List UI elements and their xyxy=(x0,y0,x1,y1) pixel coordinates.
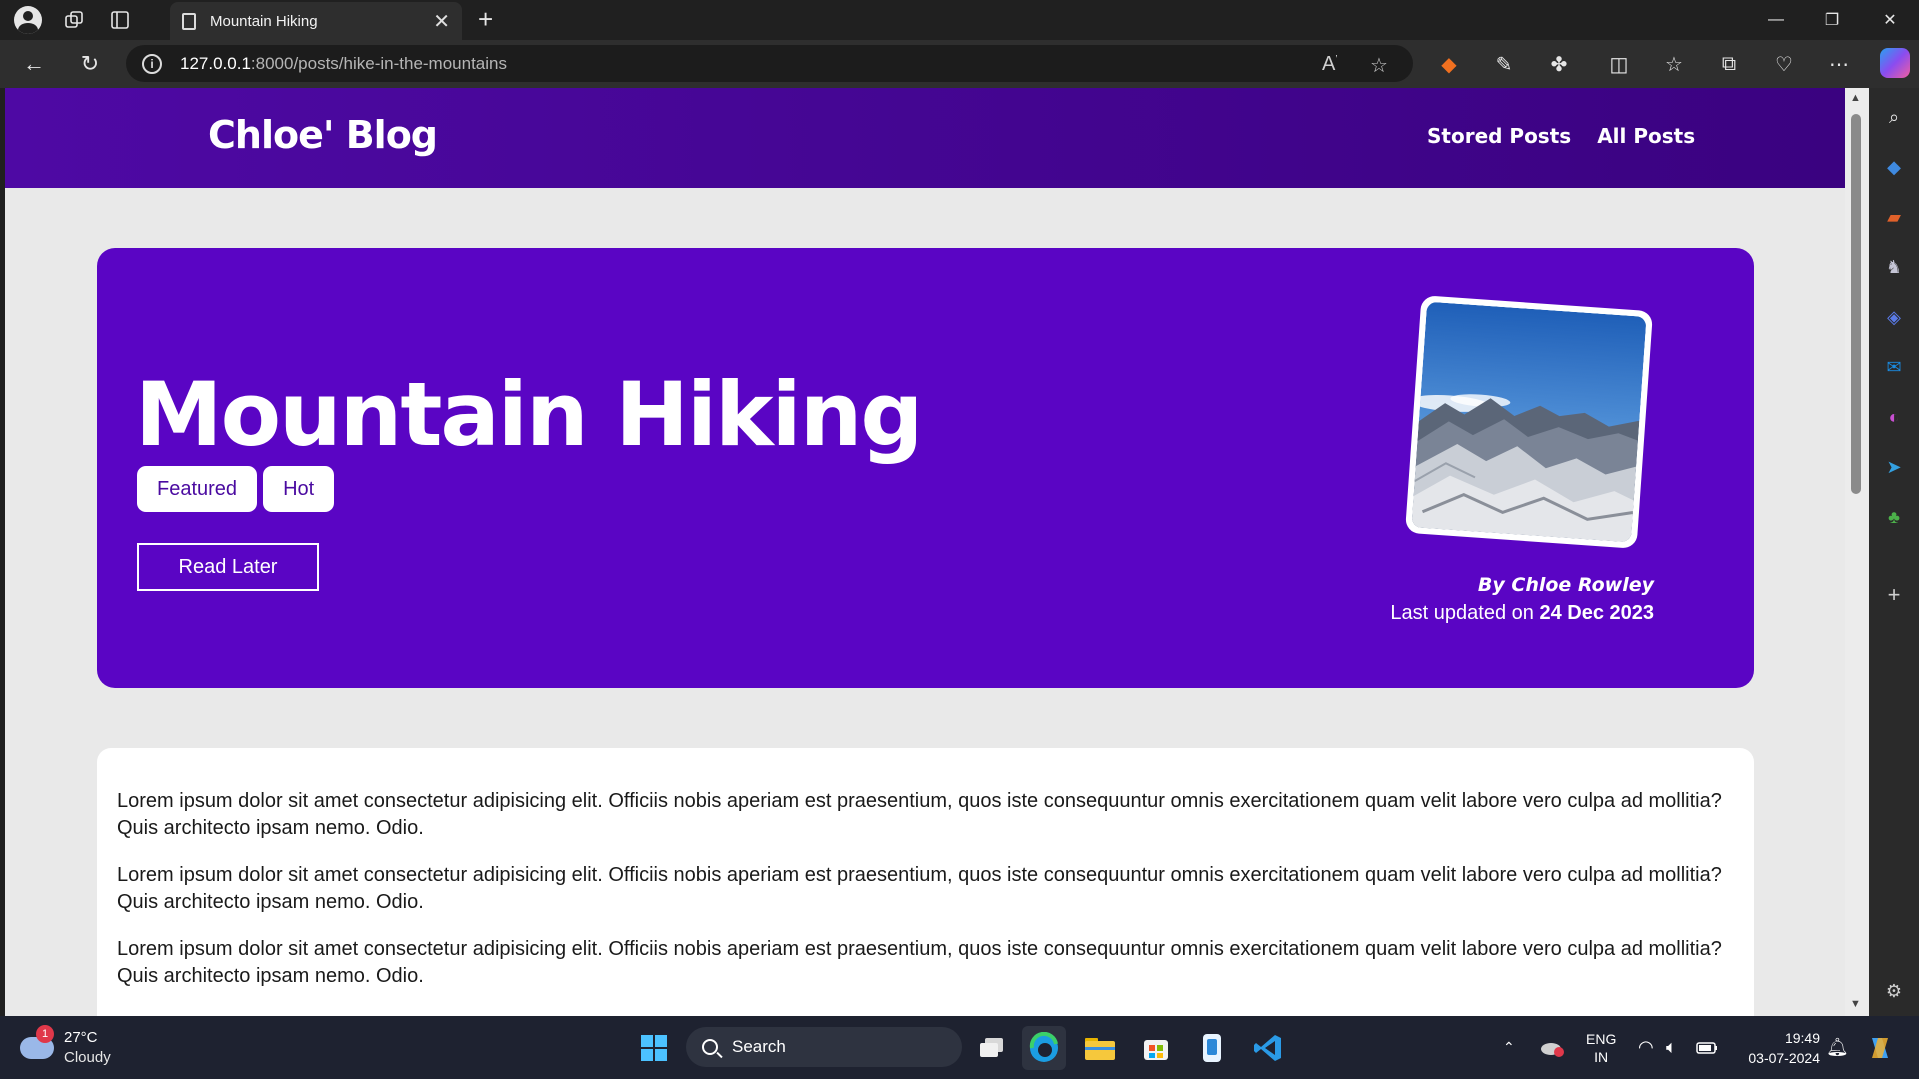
nav-stored-posts[interactable]: Stored Posts xyxy=(1427,124,1571,148)
vscode-icon[interactable] xyxy=(1246,1026,1290,1070)
edge-sidebar: ⌕ ◆ ▰ ♞ ◈ ✉ ◐ ➤ ♣ + ⚙ xyxy=(1869,88,1919,1016)
clock-time: 19:49 xyxy=(1784,1030,1820,1046)
designer-icon[interactable]: ◐ xyxy=(1881,404,1907,430)
outlook-icon[interactable]: ✉ xyxy=(1881,354,1907,380)
tab-title: Mountain Hiking xyxy=(210,12,318,30)
taskbar: 1 27°C Cloudy Search ⌃ ENG IN ◠ 🔈︎ 19:49… xyxy=(0,1016,1919,1079)
color-picker-icon[interactable]: ✎ xyxy=(1489,49,1519,79)
show-hidden-icons[interactable]: ⌃ xyxy=(1503,1016,1515,1079)
site-header: Chloe' Blog Stored Posts All Posts xyxy=(5,88,1845,188)
close-tab-icon[interactable]: ✕ xyxy=(433,9,450,34)
page-viewport: Chloe' Blog Stored Posts All Posts Mount… xyxy=(5,88,1845,1016)
collections-icon[interactable]: ⧉ xyxy=(1714,49,1744,79)
vertical-tabs-icon[interactable] xyxy=(104,4,136,36)
clock-date: 03-07-2024 xyxy=(1748,1050,1820,1066)
tree-icon[interactable]: ♣ xyxy=(1881,504,1907,530)
weather-temp: 27°C xyxy=(64,1029,98,1046)
post-title: Mountain Hiking xyxy=(135,363,923,466)
shopping-tag-icon[interactable]: ◆ xyxy=(1881,154,1907,180)
edge-icon[interactable] xyxy=(1022,1026,1066,1070)
favorites-icon[interactable]: ☆ xyxy=(1659,49,1689,79)
search-icon xyxy=(702,1039,718,1055)
notifications-icon[interactable]: 🔔︎ xyxy=(1826,1016,1849,1079)
address-bar[interactable]: i 127.0.0.1:8000/posts/hike-in-the-mount… xyxy=(126,45,1413,82)
refresh-icon[interactable]: ↻ xyxy=(74,48,106,80)
close-window-icon[interactable]: ✕ xyxy=(1862,0,1918,40)
volume-icon[interactable]: 🔈︎ xyxy=(1666,1016,1677,1079)
weather-badge: 1 xyxy=(36,1025,54,1043)
store-icon[interactable] xyxy=(1134,1026,1178,1070)
page-icon xyxy=(182,12,196,30)
main-nav: Stored Posts All Posts xyxy=(1427,124,1695,148)
browser-essentials-icon[interactable]: ♡ xyxy=(1769,49,1799,79)
post-hero: Mountain Hiking Featured Hot Read Later xyxy=(97,248,1754,688)
weather-desc: Cloudy xyxy=(64,1049,111,1066)
nav-all-posts[interactable]: All Posts xyxy=(1597,124,1695,148)
task-view-icon[interactable] xyxy=(970,1026,1014,1070)
post-updated: Last updated on 24 Dec 2023 xyxy=(1390,602,1654,624)
copilot-sidebar-icon[interactable]: ◈ xyxy=(1881,304,1907,330)
post-tags: Featured Hot xyxy=(137,466,335,512)
file-explorer-icon[interactable] xyxy=(1078,1026,1122,1070)
scroll-down-icon[interactable]: ▼ xyxy=(1850,998,1861,1010)
post-content: Lorem ipsum dolor sit amet consectetur a… xyxy=(97,748,1754,1016)
profile-icon[interactable] xyxy=(12,4,44,36)
clock[interactable]: 19:49 03-07-2024 xyxy=(1740,1028,1820,1068)
cloud-icon: 1 xyxy=(20,1025,54,1059)
post-image xyxy=(1404,295,1654,549)
browser-toolbar: ← ↻ i 127.0.0.1:8000/posts/hike-in-the-m… xyxy=(0,40,1919,88)
copilot-taskbar-icon[interactable] xyxy=(1866,1016,1894,1079)
weather-widget[interactable]: 1 27°C Cloudy xyxy=(20,1025,111,1068)
games-icon[interactable]: ♞ xyxy=(1881,254,1907,280)
paragraph: Lorem ipsum dolor sit amet consectetur a… xyxy=(117,938,1722,987)
more-menu-icon[interactable]: ⋯ xyxy=(1824,49,1854,79)
read-later-button[interactable]: Read Later xyxy=(137,543,319,591)
wifi-icon[interactable]: ◠ xyxy=(1638,1016,1654,1079)
post-author: By Chloe Rowley xyxy=(1477,574,1654,596)
site-brand[interactable]: Chloe' Blog xyxy=(208,113,438,157)
site-info-icon[interactable]: i xyxy=(142,53,162,74)
workspaces-icon[interactable] xyxy=(58,4,90,36)
active-tab[interactable]: Mountain Hiking ✕ xyxy=(170,2,462,40)
minimize-icon[interactable]: — xyxy=(1748,0,1804,40)
extension-icon[interactable]: ◆ xyxy=(1434,49,1464,79)
paragraph: Lorem ipsum dolor sit amet consectetur a… xyxy=(117,790,1722,839)
tab-strip: Mountain Hiking ✕ + — ❐ ✕ xyxy=(0,0,1919,40)
copilot-icon[interactable] xyxy=(1880,48,1910,78)
page-scrollbar[interactable]: ▲ ▼ xyxy=(1845,88,1869,1016)
telegram-icon[interactable]: ➤ xyxy=(1881,454,1907,480)
favorite-star-icon[interactable]: ☆ xyxy=(1370,53,1388,78)
restore-icon[interactable]: ❐ xyxy=(1804,0,1860,40)
paragraph: Lorem ipsum dolor sit amet consectetur a… xyxy=(117,864,1722,913)
taskbar-search[interactable]: Search xyxy=(686,1027,962,1067)
tag-hot[interactable]: Hot xyxy=(263,466,335,512)
split-screen-icon[interactable]: ◫ xyxy=(1604,49,1634,79)
start-icon[interactable] xyxy=(632,1026,676,1070)
battery-icon[interactable] xyxy=(1696,1016,1718,1079)
language-indicator[interactable]: ENG IN xyxy=(1586,1016,1616,1079)
sidebar-settings-icon[interactable]: ⚙ xyxy=(1881,978,1907,1004)
phone-link-icon[interactable] xyxy=(1190,1026,1234,1070)
read-aloud-icon[interactable]: Aʼ xyxy=(1322,53,1338,76)
add-sidebar-icon[interactable]: + xyxy=(1881,582,1907,608)
search-icon[interactable]: ⌕ xyxy=(1881,104,1907,130)
post-date: 24 Dec 2023 xyxy=(1539,602,1654,624)
back-icon[interactable]: ← xyxy=(18,48,50,80)
onedrive-error-icon[interactable] xyxy=(1540,1016,1566,1079)
new-tab-icon[interactable]: + xyxy=(478,4,493,35)
url-text[interactable]: 127.0.0.1:8000/posts/hike-in-the-mountai… xyxy=(180,54,507,74)
tools-icon[interactable]: ▰ xyxy=(1881,204,1907,230)
extensions-puzzle-icon[interactable]: ✤ xyxy=(1544,49,1574,79)
scroll-up-icon[interactable]: ▲ xyxy=(1850,92,1861,104)
scrollbar-thumb[interactable] xyxy=(1851,114,1861,494)
tag-featured[interactable]: Featured xyxy=(137,466,258,512)
